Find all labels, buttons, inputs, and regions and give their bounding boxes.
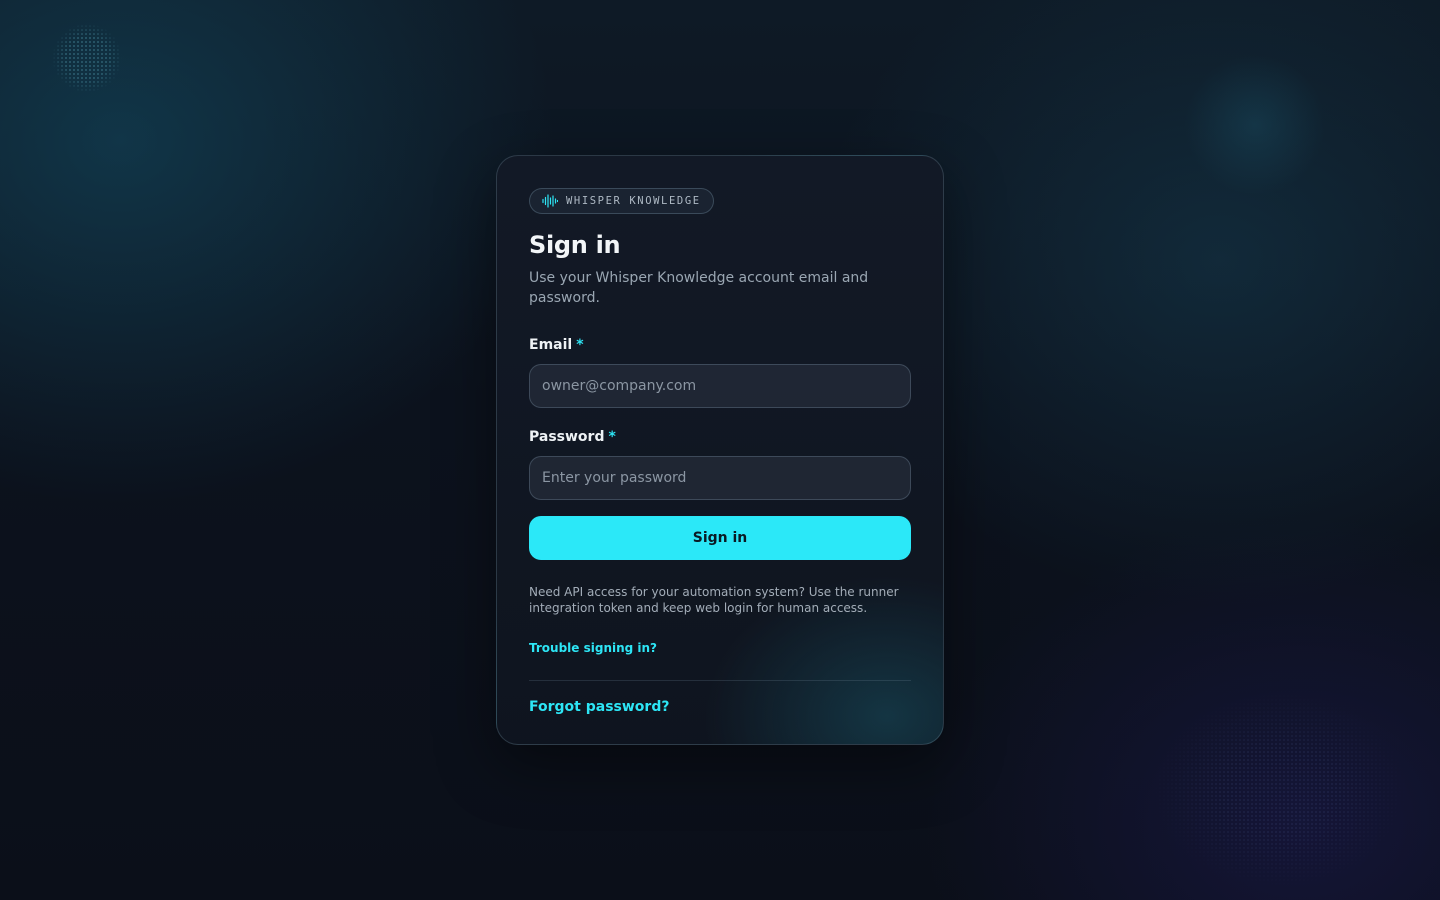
trouble-signing-in-link[interactable]: Trouble signing in? bbox=[529, 640, 657, 656]
waveform-icon bbox=[542, 194, 558, 208]
required-marker: * bbox=[576, 337, 584, 353]
sign-in-form: Email* Password* Sign in bbox=[529, 336, 911, 560]
password-label-text: Password bbox=[529, 429, 605, 445]
api-access-note: Need API access for your automation syst… bbox=[529, 585, 899, 615]
sign-in-card: WHISPER KNOWLEDGE Sign in Use your Whisp… bbox=[496, 155, 944, 745]
password-label: Password * bbox=[529, 428, 911, 446]
dot-pattern-decoration-bottom bbox=[1150, 690, 1410, 890]
forgot-password-link[interactable]: Forgot password? bbox=[529, 698, 669, 716]
email-label-text: Email bbox=[529, 337, 573, 353]
divider bbox=[529, 680, 911, 681]
sign-in-button[interactable]: Sign in bbox=[529, 516, 911, 560]
brand-badge: WHISPER KNOWLEDGE bbox=[529, 188, 714, 214]
dot-pattern-decoration bbox=[52, 24, 122, 92]
email-label: Email * bbox=[529, 336, 911, 354]
required-marker: * bbox=[608, 429, 616, 445]
page-title: Sign in bbox=[529, 231, 621, 259]
password-field[interactable] bbox=[529, 456, 911, 500]
email-field[interactable] bbox=[529, 364, 911, 408]
page-subtitle: Use your Whisper Knowledge account email… bbox=[529, 270, 869, 306]
brand-name: WHISPER KNOWLEDGE bbox=[566, 195, 701, 207]
